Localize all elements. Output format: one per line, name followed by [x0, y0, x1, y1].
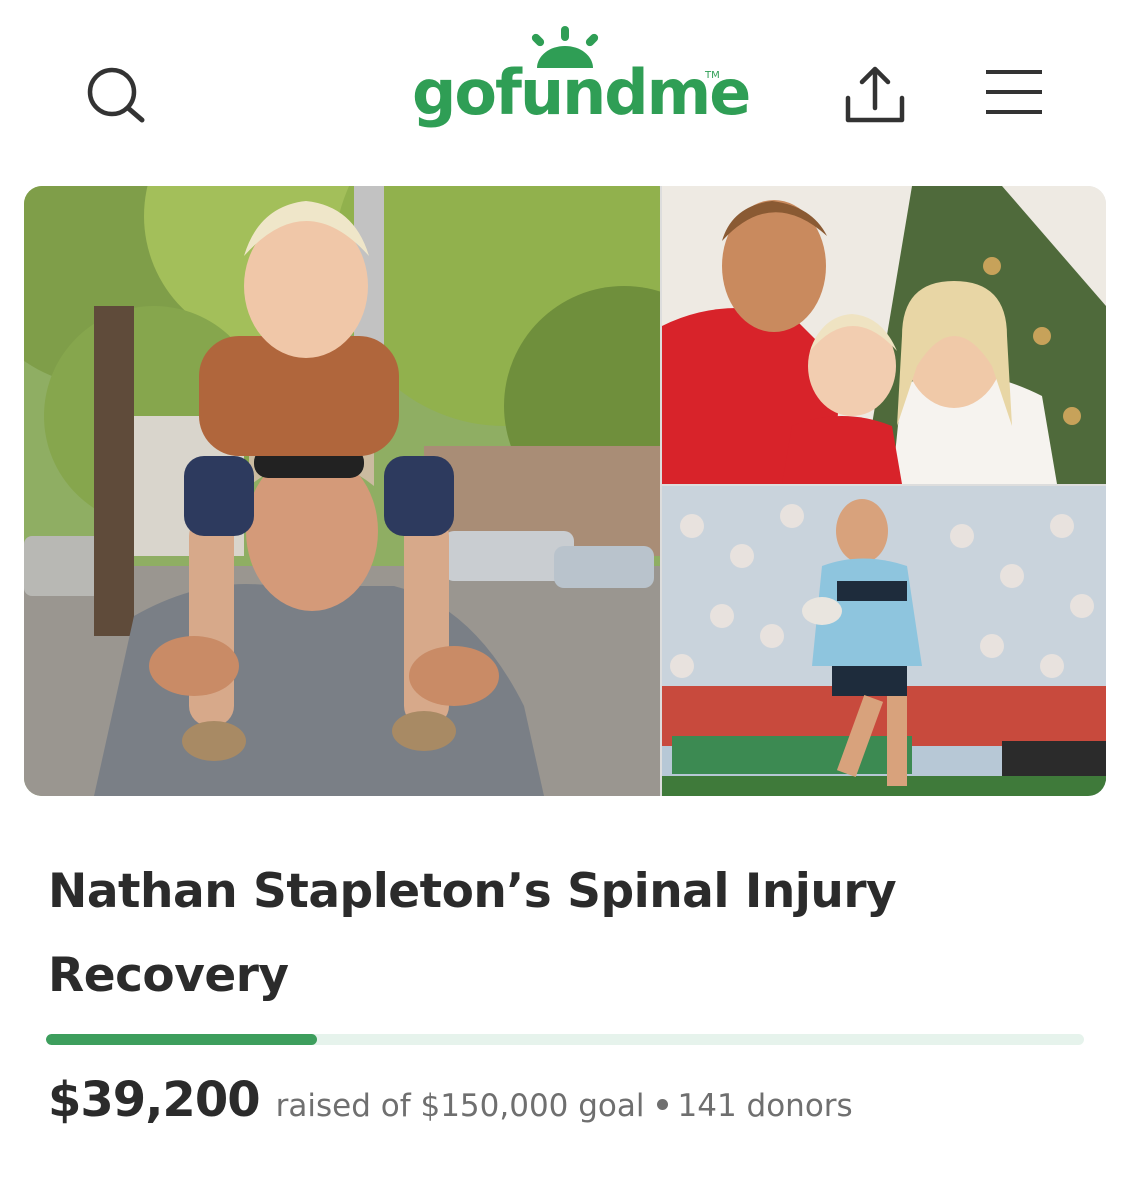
logo-wordmark: gofundme	[412, 56, 751, 129]
donor-count[interactable]: 141 donors	[678, 1088, 853, 1124]
menu-button[interactable]	[982, 66, 1048, 120]
search-button[interactable]	[82, 62, 148, 128]
rugby-player-photo[interactable]	[662, 486, 1106, 796]
separator-dot	[656, 1099, 668, 1110]
progress-bar-fill	[46, 1034, 318, 1045]
family-christmas-photo[interactable]	[662, 186, 1106, 484]
campaign-photo-gallery[interactable]	[24, 186, 1106, 796]
goal-text: raised of $150,000 goal	[275, 1088, 645, 1124]
search-icon	[87, 67, 145, 123]
fundraising-stats: $39,200 raised of $150,000 goal 141 dono…	[48, 1072, 853, 1128]
app-header: gofundme TM	[0, 0, 1130, 175]
campaign-title: Nathan Stapleton’s Spinal Injury Recover…	[48, 864, 897, 1003]
share-icon	[845, 66, 905, 123]
gofundme-logo[interactable]: gofundme TM	[400, 20, 751, 140]
logo-trademark: TM	[705, 70, 720, 81]
share-button[interactable]	[840, 62, 910, 128]
amount-raised: $39,200	[48, 1072, 261, 1128]
man-with-child-on-shoulders-photo[interactable]	[24, 186, 660, 796]
fundraising-progress-bar	[46, 1034, 1084, 1045]
hamburger-menu-icon	[986, 70, 1042, 114]
